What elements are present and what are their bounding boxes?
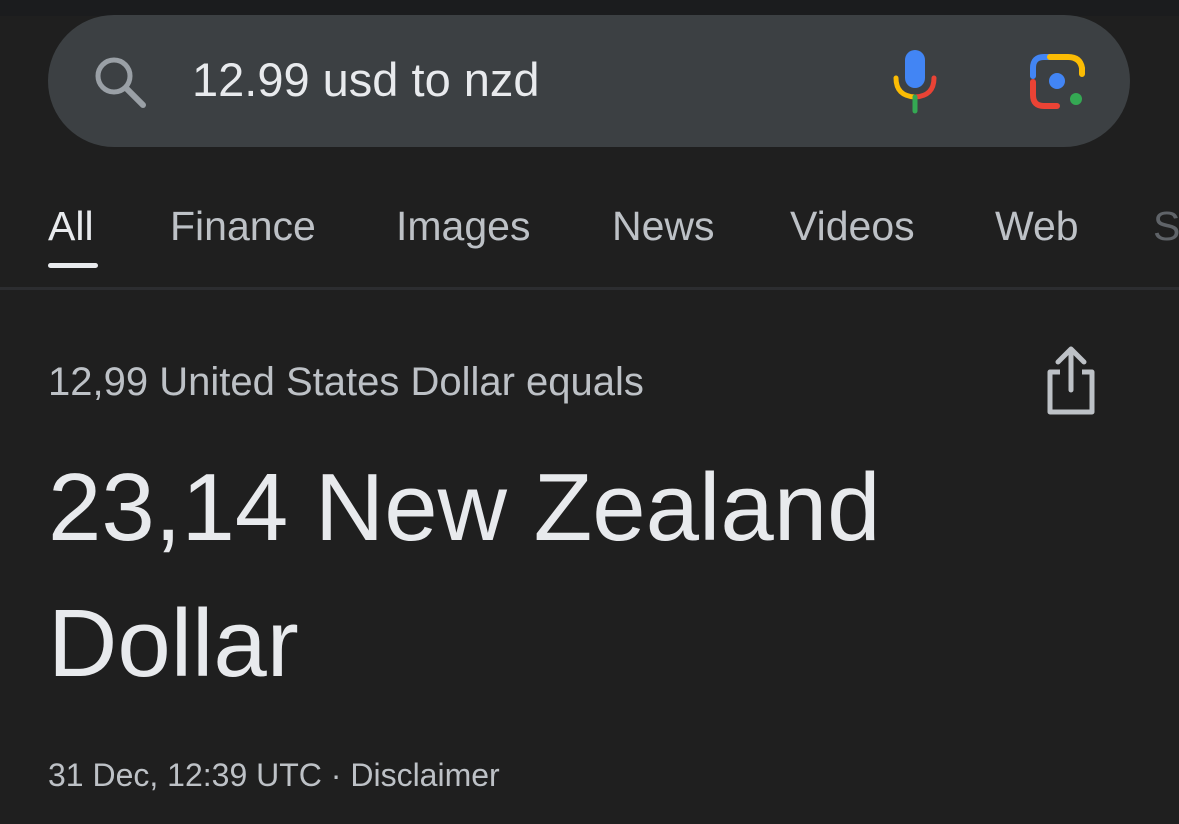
share-icon[interactable] <box>1042 344 1100 418</box>
conversion-source-text: 12,99 United States Dollar equals <box>48 360 644 404</box>
microphone-icon[interactable] <box>888 48 942 114</box>
search-tabs: All Finance Images News Videos Web S <box>0 200 1179 260</box>
conversion-result: 23,14 New Zealand Dollar <box>48 454 881 697</box>
tab-web[interactable]: Web <box>995 200 1079 252</box>
disclaimer-link[interactable]: Disclaimer <box>350 757 499 793</box>
meta-separator: · <box>330 757 342 793</box>
google-lens-icon[interactable] <box>1028 52 1090 112</box>
status-strip <box>0 0 1179 16</box>
tab-videos[interactable]: Videos <box>790 200 915 252</box>
tab-images[interactable]: Images <box>396 200 530 252</box>
tabs-divider <box>0 287 1179 290</box>
search-results-page: 12.99 usd to nzd All Finance Images News… <box>0 0 1179 824</box>
active-tab-indicator <box>48 263 98 268</box>
tab-finance[interactable]: Finance <box>170 200 316 252</box>
search-icon[interactable] <box>90 52 150 112</box>
tab-overflow[interactable]: S <box>1153 200 1179 252</box>
timestamp: 31 Dec, 12:39 UTC <box>48 757 322 793</box>
tab-news[interactable]: News <box>612 200 715 252</box>
search-input[interactable]: 12.99 usd to nzd <box>192 52 540 108</box>
conversion-meta: 31 Dec, 12:39 UTC · Disclaimer <box>48 753 500 797</box>
tab-all[interactable]: All <box>48 200 94 252</box>
